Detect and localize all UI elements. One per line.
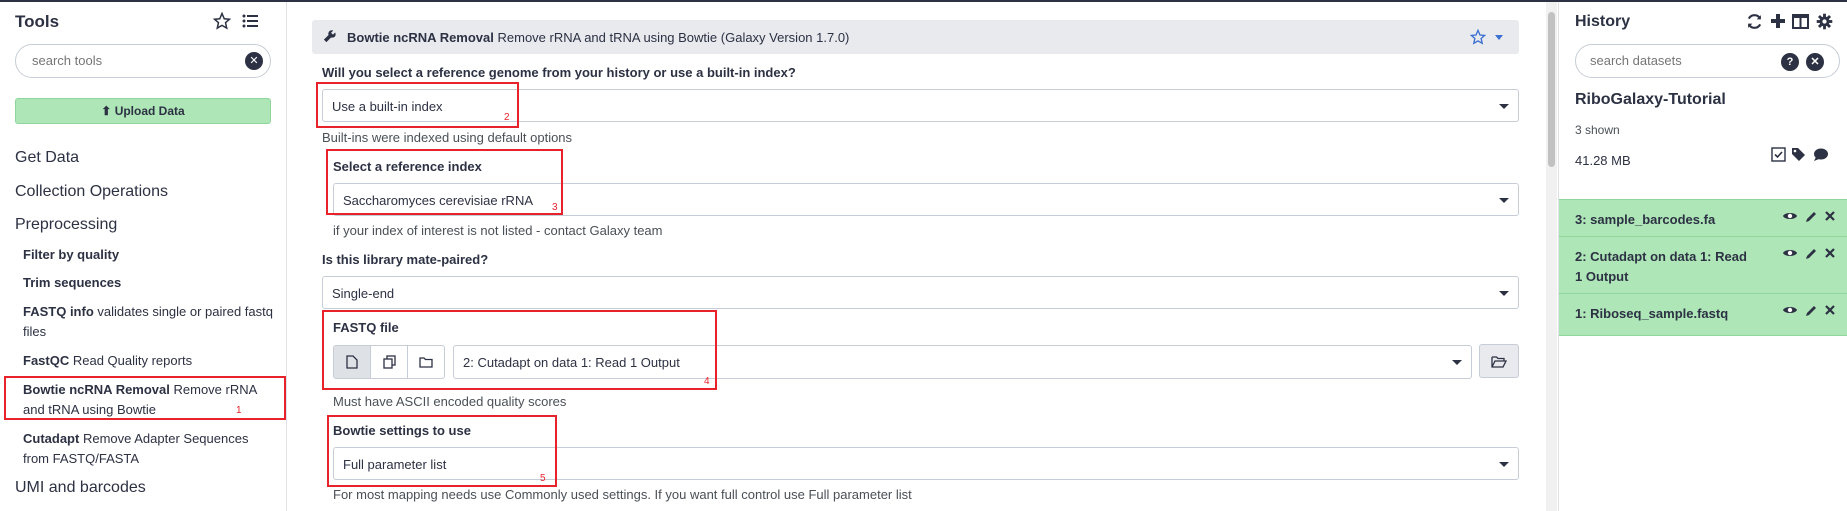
dataset-item[interactable]: 3: sample_barcodes.fa xyxy=(1559,199,1847,236)
pencil-icon[interactable] xyxy=(1804,210,1818,227)
tool-fastqc[interactable]: FastQC Read Quality reports xyxy=(23,351,278,371)
dataset-item[interactable]: 2: Cutadapt on data 1: Read 1 Output xyxy=(1559,236,1847,293)
close-icon[interactable]: ✕ xyxy=(245,52,263,70)
tool-trim-sequences[interactable]: Trim sequences xyxy=(23,273,278,293)
annotation-label-2: 2 xyxy=(504,112,510,123)
section-umi-and-barcodes[interactable]: UMI and barcodes xyxy=(15,479,146,497)
tool-name: Filter by quality xyxy=(23,247,120,262)
history-shown-count[interactable]: 3 shown xyxy=(1575,123,1620,137)
mate-select-value: Single-end xyxy=(332,286,395,301)
tool-name: Cutadapt xyxy=(23,431,80,446)
gear-icon[interactable] xyxy=(1816,13,1833,33)
tool-filter-by-quality[interactable]: Filter by quality xyxy=(23,245,278,265)
history-name[interactable]: RiboGalaxy-Tutorial xyxy=(1575,91,1726,109)
dataset-actions xyxy=(1782,247,1836,264)
pencil-icon[interactable] xyxy=(1804,247,1818,264)
annotation-label-3: 3 xyxy=(552,202,558,213)
annotation-box-1 xyxy=(4,376,286,420)
tool-search-box[interactable]: ✕ xyxy=(15,44,271,78)
dataset-actions xyxy=(1782,210,1836,227)
eye-icon[interactable] xyxy=(1782,210,1798,227)
section-collection-operations[interactable]: Collection Operations xyxy=(15,183,168,201)
list-icon[interactable] xyxy=(240,11,260,31)
close-icon[interactable] xyxy=(1824,304,1836,321)
history-size: 41.28 MB xyxy=(1575,153,1631,168)
dataset-title[interactable]: 3: sample_barcodes.fa xyxy=(1575,210,1755,230)
star-icon[interactable] xyxy=(212,11,232,31)
close-icon[interactable]: ✕ xyxy=(1806,53,1824,71)
wrench-icon xyxy=(322,29,337,47)
tool-name: Trim sequences xyxy=(23,275,122,290)
index-help: if your index of interest is not listed … xyxy=(333,223,663,238)
annotation-box-4 xyxy=(322,310,717,390)
mate-question: Is this library mate-paired? xyxy=(322,252,489,267)
history-title: History xyxy=(1575,13,1631,30)
annotation-box-2 xyxy=(316,82,519,128)
folder-open-icon[interactable] xyxy=(1479,344,1519,378)
fastq-help: Must have ASCII encoded quality scores xyxy=(333,394,567,409)
close-icon[interactable] xyxy=(1824,247,1836,264)
tool-name: FastQC xyxy=(23,353,70,368)
history-panel: History ? ✕ RiboGalaxy-Tutorial 3 shown … xyxy=(1558,2,1847,511)
plus-icon[interactable] xyxy=(1770,13,1786,32)
columns-icon[interactable] xyxy=(1792,14,1809,32)
chevron-down-icon[interactable] xyxy=(1495,35,1503,40)
tool-desc: Read Quality reports xyxy=(69,353,193,368)
chevron-down-icon xyxy=(1499,104,1509,109)
dataset-actions xyxy=(1782,304,1836,321)
annotation-label-4: 4 xyxy=(704,376,710,387)
history-actions xyxy=(1771,147,1829,165)
refresh-icon[interactable] xyxy=(1746,13,1763,33)
dataset-title[interactable]: 1: Riboseq_sample.fastq xyxy=(1575,304,1755,324)
comment-icon[interactable] xyxy=(1813,147,1829,165)
eye-icon[interactable] xyxy=(1782,304,1798,321)
tool-search-input[interactable] xyxy=(32,53,232,68)
reference-question: Will you select a reference genome from … xyxy=(322,65,796,80)
tool-panel: Tools ✕ ⬆ Upload Data Get Data Collectio… xyxy=(0,2,287,511)
tool-form-desc: Remove rRNA and tRNA using Bowtie (Galax… xyxy=(493,30,850,45)
tool-fastq-info[interactable]: FASTQ info validates single or paired fa… xyxy=(23,302,278,342)
annotation-box-3 xyxy=(326,149,563,215)
form-scrollbar-thumb[interactable] xyxy=(1548,12,1555,167)
annotation-label-5: 5 xyxy=(540,473,546,484)
chevron-down-icon xyxy=(1499,462,1509,467)
question-icon[interactable]: ? xyxy=(1781,53,1799,71)
dataset-item[interactable]: 1: Riboseq_sample.fastq xyxy=(1559,293,1847,336)
tool-panel-title: Tools xyxy=(15,12,60,31)
close-icon[interactable] xyxy=(1824,210,1836,227)
tool-cutadapt[interactable]: Cutadapt Remove Adapter Sequences from F… xyxy=(23,429,278,469)
upload-icon: ⬆ xyxy=(101,104,112,118)
history-search-box[interactable]: ? ✕ xyxy=(1575,44,1840,78)
annotation-box-5 xyxy=(327,415,557,487)
pencil-icon[interactable] xyxy=(1804,304,1818,321)
section-preprocessing[interactable]: Preprocessing xyxy=(15,216,117,234)
checkbox-icon[interactable] xyxy=(1771,147,1786,165)
section-get-data[interactable]: Get Data xyxy=(15,149,79,167)
upload-data-button[interactable]: ⬆ Upload Data xyxy=(15,98,271,124)
tool-form-title: Bowtie ncRNA Removal Remove rRNA and tRN… xyxy=(347,30,849,45)
tool-form: Bowtie ncRNA Removal Remove rRNA and tRN… xyxy=(300,2,1528,511)
history-search-input[interactable] xyxy=(1590,53,1770,68)
mate-select[interactable]: Single-end xyxy=(322,276,1519,309)
eye-icon[interactable] xyxy=(1782,247,1798,264)
tool-form-header: Bowtie ncRNA Removal Remove rRNA and tRN… xyxy=(312,20,1519,54)
star-icon[interactable] xyxy=(1469,28,1487,48)
tool-name: FASTQ info xyxy=(23,304,94,319)
upload-data-label: Upload Data xyxy=(114,104,185,118)
tool-form-name: Bowtie ncRNA Removal xyxy=(347,30,494,45)
reference-help: Built-ins were indexed using default opt… xyxy=(322,130,573,145)
annotation-label-1: 1 xyxy=(236,405,242,416)
chevron-down-icon xyxy=(1452,360,1462,365)
chevron-down-icon xyxy=(1499,291,1509,296)
dataset-title[interactable]: 2: Cutadapt on data 1: Read 1 Output xyxy=(1575,247,1755,287)
tags-icon[interactable] xyxy=(1791,147,1808,165)
settings-help: For most mapping needs use Commonly used… xyxy=(333,487,912,502)
chevron-down-icon xyxy=(1499,198,1509,203)
